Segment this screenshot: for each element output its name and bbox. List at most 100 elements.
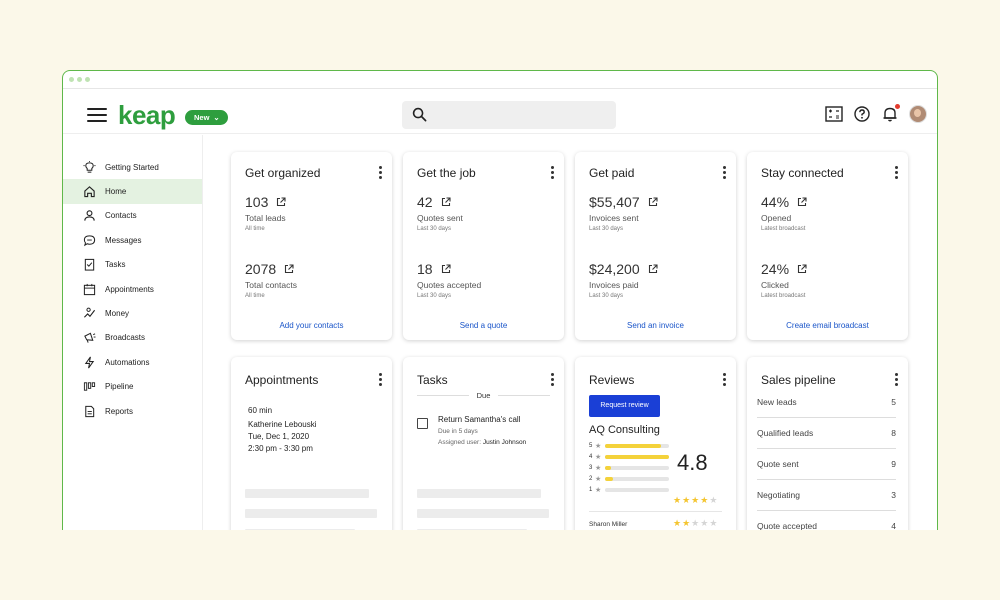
metric-label: Invoices sent [589,213,639,223]
star-icon: ★ [673,495,683,505]
add-contacts-link[interactable]: Add your contacts [231,321,392,330]
more-options-icon[interactable] [723,373,726,388]
sidebar-item-money[interactable]: Money [63,301,202,325]
sidebar-item-pipeline[interactable]: Pipeline [63,375,202,399]
metric-period: All time [245,293,265,299]
more-options-icon[interactable] [551,373,554,388]
metric-total-leads: 103 Total leads All time [245,194,286,232]
sidebar-item-automations[interactable]: Automations [63,350,202,374]
pipeline-stage-count: 4 [891,521,896,530]
external-link-icon[interactable] [441,264,451,274]
external-link-icon[interactable] [797,264,807,274]
more-options-icon[interactable] [379,373,382,388]
lightbulb-icon [83,160,96,173]
placeholder-line [245,529,355,530]
placeholder-line [245,509,377,518]
card-title: Tasks [417,373,448,387]
rating-bar-fill [605,465,612,470]
card-reviews: Reviews Request review AQ Consulting 5 ★ 4… [575,357,736,530]
metric-label: Clicked [761,280,789,290]
star-icon: ★ [673,518,683,528]
external-link-icon[interactable] [648,197,658,207]
card-stay-connected: Stay connected 44% Opened Latest broadca… [747,152,908,340]
external-link-icon[interactable] [648,264,658,274]
assigned-label: Assigned user: [438,439,481,446]
search-input[interactable] [402,101,616,129]
appointment-contact[interactable]: Katherine Lebouski [248,420,317,429]
pipeline-row-new-leads[interactable]: New leads 5 [757,387,896,418]
task-title[interactable]: Return Samantha's call [438,415,520,424]
rating-bar-track [605,465,669,470]
request-review-button[interactable]: Request review [589,395,660,417]
star-icon: ★ [595,453,602,461]
metric-label: Quotes sent [417,213,463,223]
sidebar-item-label: Tasks [105,260,126,270]
metric-label: Total leads [245,213,286,223]
external-link-icon[interactable] [441,197,451,207]
rating-bar-row: 5 ★ [589,441,669,450]
star-icon: ★ [595,475,602,483]
sidebar-item-getting-started[interactable]: Getting Started [63,155,202,179]
more-options-icon[interactable] [895,373,898,388]
placeholder-line [245,489,369,498]
pipeline-stage-label: New leads [757,397,797,407]
external-link-icon[interactable] [797,197,807,207]
more-options-icon[interactable] [723,166,726,181]
star-icon: ★ [682,495,692,505]
metric-value: 42 [417,194,433,210]
pipeline-row-negotiating[interactable]: Negotiating 3 [757,480,896,511]
notification-bell-icon[interactable] [881,104,900,123]
user-avatar[interactable] [909,105,927,123]
sidebar-item-tasks[interactable]: Tasks [63,253,202,277]
calendar-icon [83,283,96,295]
metric-period: Latest broadcast [761,226,806,232]
sidebar-item-reports[interactable]: Reports [63,399,202,423]
sidebar-item-broadcasts[interactable]: Broadcasts [63,326,202,350]
card-title: Get paid [589,166,635,180]
sidebar-item-contacts[interactable]: Contacts [63,204,202,228]
report-icon [85,405,95,417]
search-icon [412,107,427,122]
metric-period: All time [245,226,265,232]
create-broadcast-link[interactable]: Create email broadcast [747,321,908,330]
metric-value: 24% [761,261,790,277]
external-link-icon[interactable] [284,264,294,274]
pipeline-stage-count: 8 [891,428,896,438]
metric-period: Last 30 days [589,226,624,232]
window-dot [69,77,74,82]
more-options-icon[interactable] [895,166,898,181]
send-quote-link[interactable]: Send a quote [403,321,564,330]
help-icon[interactable] [853,105,871,123]
new-button[interactable]: New ⌄ [185,110,228,125]
external-link-icon[interactable] [276,197,286,207]
home-icon [84,186,95,198]
pipeline-row-quote-sent[interactable]: Quote sent 9 [757,449,896,480]
star-icon: ★ [595,464,602,472]
metric-total-contacts: 2078 Total contacts All time [245,261,297,299]
star-icon: ★ [700,518,710,528]
task-checkbox[interactable] [417,418,428,429]
metric-quotes-sent: 42 Quotes sent Last 30 days [417,194,463,232]
notification-dot [895,104,900,109]
sidebar-item-label: Broadcasts [105,333,146,343]
placeholder-line [417,489,541,498]
send-invoice-link[interactable]: Send an invoice [575,321,736,330]
card-get-paid: Get paid $55,407 Invoices sent Last 30 d… [575,152,736,340]
money-icon [83,307,96,318]
rating-bar-track [605,454,669,459]
checklist-icon [84,259,95,271]
menu-icon[interactable] [87,108,107,122]
sidebar-item-label: Reports [105,406,134,416]
keap-logo[interactable]: keap [118,100,176,131]
placeholder-line [417,509,549,518]
sidebar-item-home[interactable]: Home [63,179,202,204]
pipeline-row-qualified-leads[interactable]: Qualified leads 8 [757,418,896,449]
sidebar-item-messages[interactable]: Messages [63,228,202,252]
pipeline-row-quote-accepted[interactable]: Quote accepted 4 [757,511,896,530]
sidebar-item-appointments[interactable]: Appointments [63,277,202,301]
more-options-icon[interactable] [551,166,554,181]
pipeline-stage-label: Quote accepted [757,521,818,530]
calculator-icon[interactable] [825,105,843,123]
more-options-icon[interactable] [379,166,382,181]
card-title: Reviews [589,373,635,387]
